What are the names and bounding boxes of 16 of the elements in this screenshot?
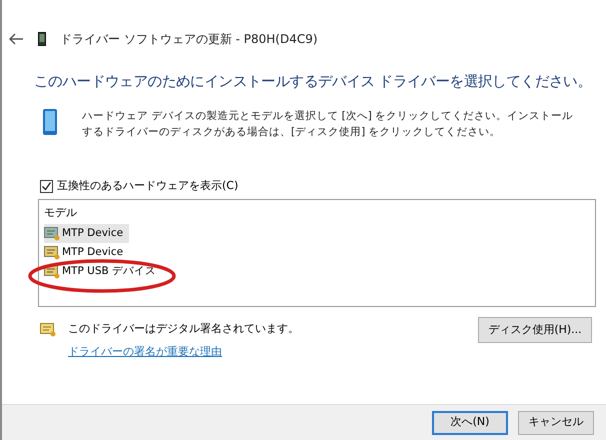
- cancel-button[interactable]: キャンセル: [518, 410, 594, 434]
- page-heading: このハードウェアのためにインストールするデバイス ドライバーを選択してください。: [34, 73, 593, 92]
- next-button[interactable]: 次へ(N): [432, 410, 508, 434]
- window-title: ドライバー ソフトウェアの更新 - P80H(D4C9): [60, 31, 318, 48]
- back-arrow-icon[interactable]: [8, 33, 24, 45]
- signature-status-text: このドライバーはデジタル署名されています。: [68, 321, 299, 338]
- instruction-text: ハードウェア デバイスの製造元とモデルを選択して [次へ] をクリックしてください。インストールするドライバーのディスクがある場合は、[ディスク使用] をクリックしてください。: [82, 108, 574, 140]
- have-disk-button[interactable]: ディスク使用(H)...: [478, 317, 592, 344]
- signature-info-link[interactable]: ドライバーの署名が重要な理由: [68, 344, 299, 360]
- checkbox[interactable]: [40, 180, 53, 192]
- phone-icon: [38, 32, 46, 46]
- model-list-item[interactable]: MTP Device: [44, 224, 130, 244]
- mobile-device-icon: [42, 108, 58, 136]
- checkbox-label: 互換性のあるハードウェアを表示(C): [57, 178, 238, 194]
- certificate-icon: [40, 323, 56, 338]
- column-header: モデル: [44, 205, 77, 222]
